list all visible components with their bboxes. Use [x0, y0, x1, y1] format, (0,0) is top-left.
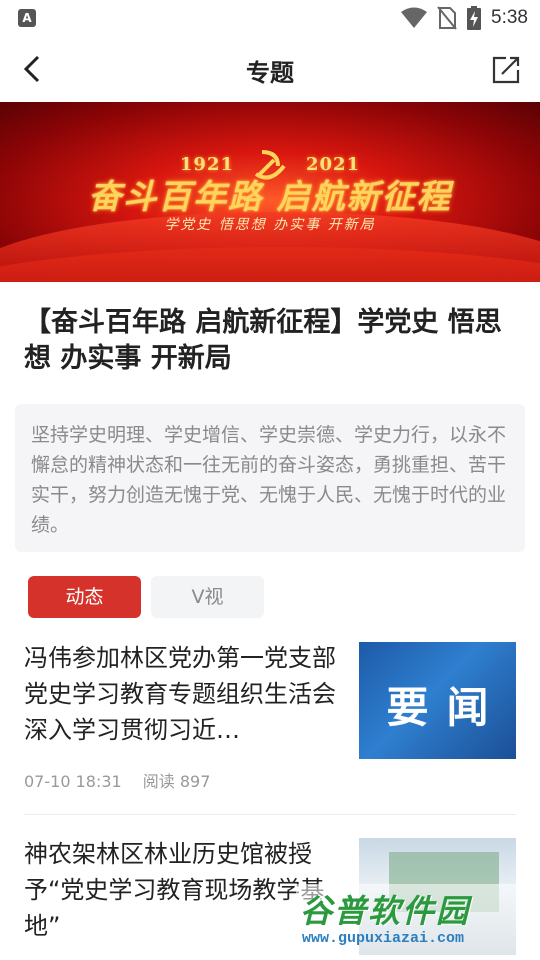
topic-description-box: 坚持学史明理、学史增信、学史崇德、学史力行，以永不懈怠的精神状态和一往无前的奋斗… — [15, 404, 525, 552]
news-meta: 07-10 18:31 阅读 897 — [24, 768, 226, 792]
status-icons: 5:38 — [401, 5, 528, 31]
tab-dongtai[interactable]: 动态 — [28, 576, 141, 618]
topic-banner: 1921 2021 奋斗百年路 启航新征程 学党史 悟思想 办实事 开新局 — [0, 102, 540, 282]
share-button[interactable] — [486, 49, 526, 89]
tab-vshi[interactable]: V视 — [151, 576, 264, 618]
news-title: 冯伟参加林区党办第一党支部党史学习教育专题组织生活会 深入学习贯彻习近… — [24, 644, 336, 744]
watermark-url: www.gupuxiazai.com — [302, 930, 465, 947]
banner-title: 奋斗百年路 启航新征程 — [88, 177, 452, 216]
news-thumbnail-image: 要闻 — [359, 642, 516, 759]
topic-tabs: 动态 V视 — [28, 576, 264, 618]
status-time: 5:38 — [491, 7, 528, 28]
topic-title: 【奋斗百年路 启航新征程】学党史 悟思想 办实事 开新局 — [24, 307, 502, 374]
banner-subtitle: 学党史 悟思想 办实事 开新局 — [164, 217, 376, 233]
wifi-icon — [401, 7, 428, 28]
watermark-logo: 谷普软件园 — [300, 892, 471, 930]
news-time: 07-10 18:31 — [24, 772, 122, 791]
page-title: 专题 — [246, 59, 294, 87]
news-title: 神农架林区林业历史馆被授予“党史学习教育现场教学基地” — [24, 840, 325, 940]
topic-description: 坚持学史明理、学史增信、学史崇德、学史力行，以永不懈怠的精神状态和一往无前的奋斗… — [31, 424, 507, 536]
news-list-item[interactable]: 冯伟参加林区党办第一党支部党史学习教育专题组织生活会 深入学习贯彻习近… 要闻 … — [24, 640, 516, 814]
watermark: 谷普软件园 www.gupuxiazai.com — [296, 884, 540, 960]
news-read-count: 阅读 897 — [142, 772, 211, 791]
share-external-icon — [492, 56, 520, 84]
status-bar: A 5:38 — [0, 0, 540, 36]
nav-bar: 专题 — [0, 36, 540, 102]
divider — [24, 814, 516, 815]
battery-charging-icon — [467, 6, 482, 30]
no-sim-icon — [437, 6, 457, 30]
thumbnail-text: 要闻 — [386, 683, 507, 732]
app-a-icon: A — [18, 9, 36, 27]
news-thumbnail: 要闻 — [359, 642, 516, 759]
